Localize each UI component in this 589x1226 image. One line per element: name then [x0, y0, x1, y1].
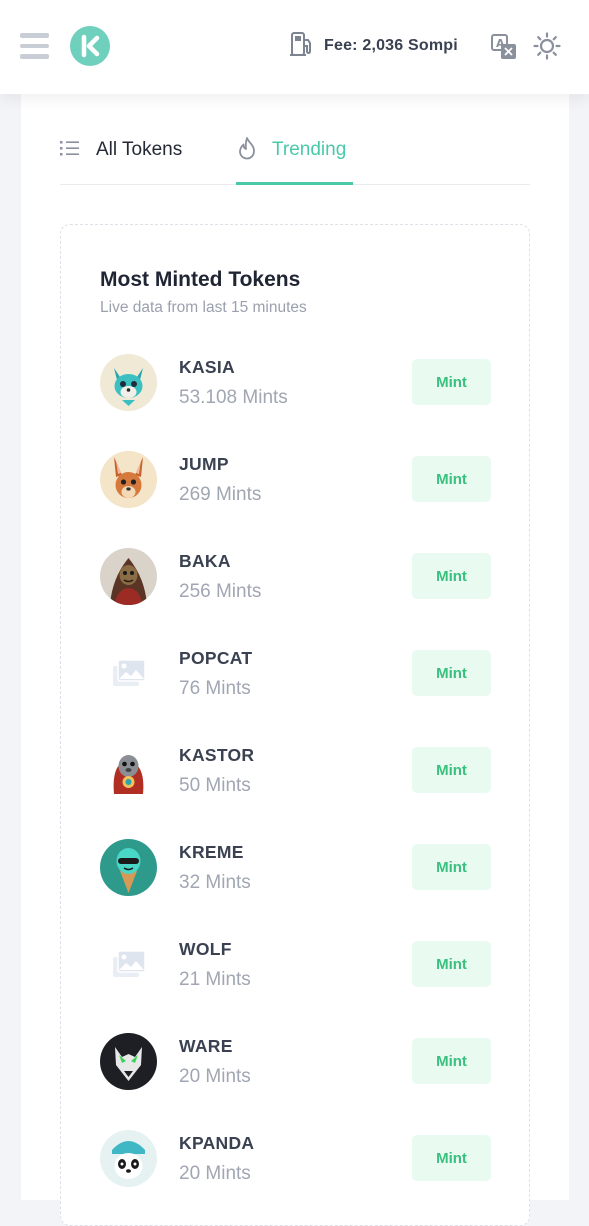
- token-name: WARE: [179, 1036, 233, 1056]
- token-name: WOLF: [179, 939, 232, 959]
- token-mint-count: 76 Mints: [179, 678, 251, 699]
- tab-all-tokens[interactable]: All Tokens: [60, 116, 182, 184]
- gas-pump-icon: [290, 31, 314, 62]
- tab-trending[interactable]: Trending: [236, 116, 346, 184]
- kangaroo-avatar: [100, 451, 157, 508]
- token-mint-count: 21 Mints: [179, 969, 251, 990]
- token-row: JUMP 269 Mints Mint: [61, 451, 529, 509]
- card-title: Most Minted Tokens: [100, 268, 301, 291]
- token-mint-count: 20 Mints: [179, 1163, 251, 1184]
- token-row: KPANDA 20 Mints Mint: [61, 1130, 529, 1188]
- token-row: KASTOR 50 Mints Mint: [61, 742, 529, 800]
- card-subtitle: Live data from last 15 minutes: [100, 299, 307, 316]
- token-mint-count: 256 Mints: [179, 581, 262, 602]
- sun-icon[interactable]: [533, 32, 561, 60]
- flame-icon: [236, 136, 258, 165]
- token-tabs: All Tokens Trending: [60, 116, 530, 185]
- kaspa-logo-icon[interactable]: [70, 26, 110, 66]
- token-name: KPANDA: [179, 1133, 255, 1153]
- translate-icon[interactable]: A: [490, 33, 518, 61]
- mint-button[interactable]: Mint: [412, 747, 491, 793]
- token-row: KREME 32 Mints Mint: [61, 839, 529, 897]
- token-name: POPCAT: [179, 648, 253, 668]
- tab-trending-label: Trending: [272, 139, 347, 160]
- ice-cream-avatar: [100, 839, 157, 896]
- hooded-creature-avatar: [100, 548, 157, 605]
- token-mint-count: 53.108 Mints: [179, 387, 288, 408]
- image-placeholder-icon: [100, 645, 157, 702]
- mint-button[interactable]: Mint: [412, 1038, 491, 1084]
- token-mint-count: 32 Mints: [179, 872, 251, 893]
- wolf-avatar: [100, 1033, 157, 1090]
- token-row: WARE 20 Mints Mint: [61, 1033, 529, 1091]
- token-row: POPCAT 76 Mints Mint: [61, 645, 529, 703]
- mint-button[interactable]: Mint: [412, 553, 491, 599]
- beaver-avatar: [100, 742, 157, 799]
- fee-label: Fee: 2,036 Sompi: [324, 37, 458, 54]
- mint-button[interactable]: Mint: [412, 941, 491, 987]
- token-row: WOLF 21 Mints Mint: [61, 936, 529, 994]
- network-fee: Fee: 2,036 Sompi: [290, 31, 458, 62]
- token-name: KASTOR: [179, 745, 255, 765]
- token-row: BAKA 256 Mints Mint: [61, 548, 529, 606]
- tab-all-tokens-label: All Tokens: [96, 139, 183, 160]
- most-minted-card: Most Minted Tokens Live data from last 1…: [60, 224, 530, 1226]
- mint-button[interactable]: Mint: [412, 650, 491, 696]
- hamburger-menu-icon[interactable]: [20, 33, 49, 59]
- mint-button[interactable]: Mint: [412, 844, 491, 890]
- top-bar: Fee: 2,036 Sompi A: [0, 0, 589, 94]
- panda-avatar: [100, 1130, 157, 1187]
- mint-button[interactable]: Mint: [412, 456, 491, 502]
- token-name: BAKA: [179, 551, 231, 571]
- token-name: KASIA: [179, 357, 235, 377]
- list-icon: [60, 139, 82, 162]
- token-row: KASIA 53.108 Mints Mint: [61, 354, 529, 412]
- image-placeholder-icon: [100, 936, 157, 993]
- mint-button[interactable]: Mint: [412, 359, 491, 405]
- mint-button[interactable]: Mint: [412, 1135, 491, 1181]
- token-mint-count: 50 Mints: [179, 775, 251, 796]
- token-mint-count: 269 Mints: [179, 484, 262, 505]
- active-tab-indicator: [236, 182, 353, 185]
- content-panel: All Tokens Trending Most Minted Tokens L…: [21, 94, 569, 1226]
- fox-avatar: [100, 354, 157, 411]
- token-mint-count: 20 Mints: [179, 1066, 251, 1087]
- token-name: KREME: [179, 842, 244, 862]
- token-name: JUMP: [179, 454, 229, 474]
